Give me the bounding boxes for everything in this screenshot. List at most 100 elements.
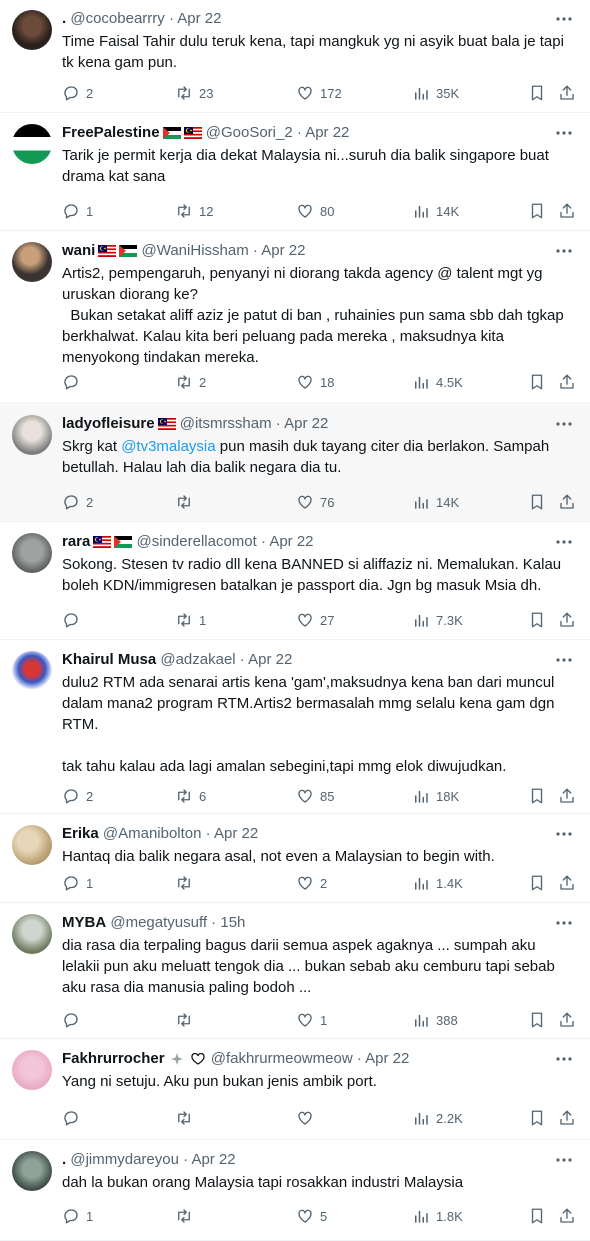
retweet-button[interactable]: 23 [175,81,213,105]
reply-button[interactable]: 1 [62,871,93,895]
reply-button[interactable] [62,1106,86,1130]
display-name[interactable]: rara [62,533,90,550]
avatar[interactable] [12,533,52,573]
bookmark-button[interactable] [528,871,546,895]
views-button[interactable]: 14K [412,490,459,514]
timestamp[interactable]: Apr 22 [284,415,328,432]
bookmark-button[interactable] [528,1106,546,1130]
avatar[interactable] [12,10,52,50]
user-handle[interactable]: @adzakael [160,651,235,668]
views-button[interactable]: 7.3K [412,608,463,632]
reply-button[interactable] [62,1008,86,1032]
avatar[interactable] [12,1151,52,1191]
like-button[interactable]: 27 [296,608,334,632]
tweet[interactable]: rara @sinderellacomot · Apr 22 Sokong. St… [0,523,590,640]
tweet[interactable]: Fakhrurrocher @fakhrurmeowmeow · Apr 22 Y… [0,1040,590,1140]
user-handle[interactable]: @GooSori_2 [206,124,293,141]
avatar[interactable] [12,1050,52,1090]
user-handle[interactable]: @Amanibolton [103,825,202,842]
more-icon[interactable] [552,414,576,434]
more-icon[interactable] [552,913,576,933]
bookmark-button[interactable] [528,81,546,105]
tweet[interactable]: wani @WaniHissham · Apr 22 Artis2, pempen… [0,232,590,404]
like-button[interactable]: 172 [296,81,342,105]
reply-button[interactable]: 2 [62,81,93,105]
views-button[interactable]: 2.2K [412,1106,463,1130]
share-button[interactable] [558,490,576,514]
more-icon[interactable] [552,650,576,670]
timestamp[interactable]: Apr 22 [177,10,221,27]
display-name[interactable]: . [62,1151,66,1168]
share-button[interactable] [558,871,576,895]
share-button[interactable] [558,199,576,223]
timestamp[interactable]: Apr 22 [305,124,349,141]
retweet-button[interactable] [175,1204,199,1228]
user-handle[interactable]: @fakhrurmeowmeow [211,1050,353,1067]
more-icon[interactable] [552,824,576,844]
views-button[interactable]: 18K [412,784,459,808]
reply-button[interactable]: 2 [62,490,93,514]
more-icon[interactable] [552,532,576,552]
share-button[interactable] [558,784,576,808]
avatar[interactable] [12,242,52,282]
retweet-button[interactable]: 6 [175,784,206,808]
bookmark-button[interactable] [528,1204,546,1228]
tweet[interactable]: Khairul Musa @adzakael · Apr 22 dulu2 RTM… [0,641,590,814]
tweet[interactable]: . @cocobearrry · Apr 22 Time Faisal Tahir… [0,0,590,113]
more-icon[interactable] [552,1150,576,1170]
user-handle[interactable]: @sinderellacomot [137,533,257,550]
avatar[interactable] [12,651,52,691]
views-button[interactable]: 35K [412,81,459,105]
share-button[interactable] [558,1008,576,1032]
retweet-button[interactable] [175,1106,199,1130]
more-icon[interactable] [552,123,576,143]
timestamp[interactable]: Apr 22 [248,651,292,668]
views-button[interactable]: 388 [412,1008,458,1032]
user-handle[interactable]: @WaniHissham [142,242,249,259]
tweet[interactable]: FreePalestine @GooSori_2 · Apr 22 Tarik j… [0,114,590,231]
user-handle[interactable]: @megatyusuff [110,914,207,931]
reply-button[interactable]: 2 [62,784,93,808]
more-icon[interactable] [552,1049,576,1069]
share-button[interactable] [558,370,576,394]
display-name[interactable]: FreePalestine [62,124,160,141]
timestamp[interactable]: Apr 22 [365,1050,409,1067]
share-button[interactable] [558,1204,576,1228]
more-icon[interactable] [552,9,576,29]
views-button[interactable]: 1.4K [412,871,463,895]
timestamp[interactable]: Apr 22 [269,533,313,550]
views-button[interactable]: 14K [412,199,459,223]
avatar[interactable] [12,914,52,954]
tweet[interactable]: . @jimmydareyou · Apr 22 dah la bukan ora… [0,1141,590,1241]
like-button[interactable]: 76 [296,490,334,514]
retweet-button[interactable]: 1 [175,608,206,632]
bookmark-button[interactable] [528,370,546,394]
display-name[interactable]: MYBA [62,914,106,931]
mention-link[interactable]: @tv3malaysia [121,438,215,455]
display-name[interactable]: Erika [62,825,99,842]
like-button[interactable]: 85 [296,784,334,808]
bookmark-button[interactable] [528,1008,546,1032]
user-handle[interactable]: @jimmydareyou [70,1151,179,1168]
tweet[interactable]: ladyofleisure @itsmrssham · Apr 22 Skrg k… [0,405,590,522]
user-handle[interactable]: @cocobearrry [70,10,164,27]
timestamp[interactable]: Apr 22 [191,1151,235,1168]
tweet[interactable]: Erika @Amanibolton · Apr 22 Hantaq dia ba… [0,815,590,903]
more-icon[interactable] [552,241,576,261]
share-button[interactable] [558,1106,576,1130]
timestamp[interactable]: Apr 22 [261,242,305,259]
user-handle[interactable]: @itsmrssham [180,415,272,432]
share-button[interactable] [558,608,576,632]
retweet-button[interactable]: 2 [175,370,206,394]
views-button[interactable]: 1.8K [412,1204,463,1228]
retweet-button[interactable] [175,871,199,895]
like-button[interactable]: 1 [296,1008,327,1032]
bookmark-button[interactable] [528,490,546,514]
reply-button[interactable]: 1 [62,199,93,223]
tweet[interactable]: MYBA @megatyusuff · 15h dia rasa dia terp… [0,904,590,1039]
display-name[interactable]: Fakhrurrocher [62,1050,165,1067]
timestamp[interactable]: 15h [220,914,245,931]
avatar[interactable] [12,415,52,455]
timestamp[interactable]: Apr 22 [214,825,258,842]
display-name[interactable]: Khairul Musa [62,651,156,668]
